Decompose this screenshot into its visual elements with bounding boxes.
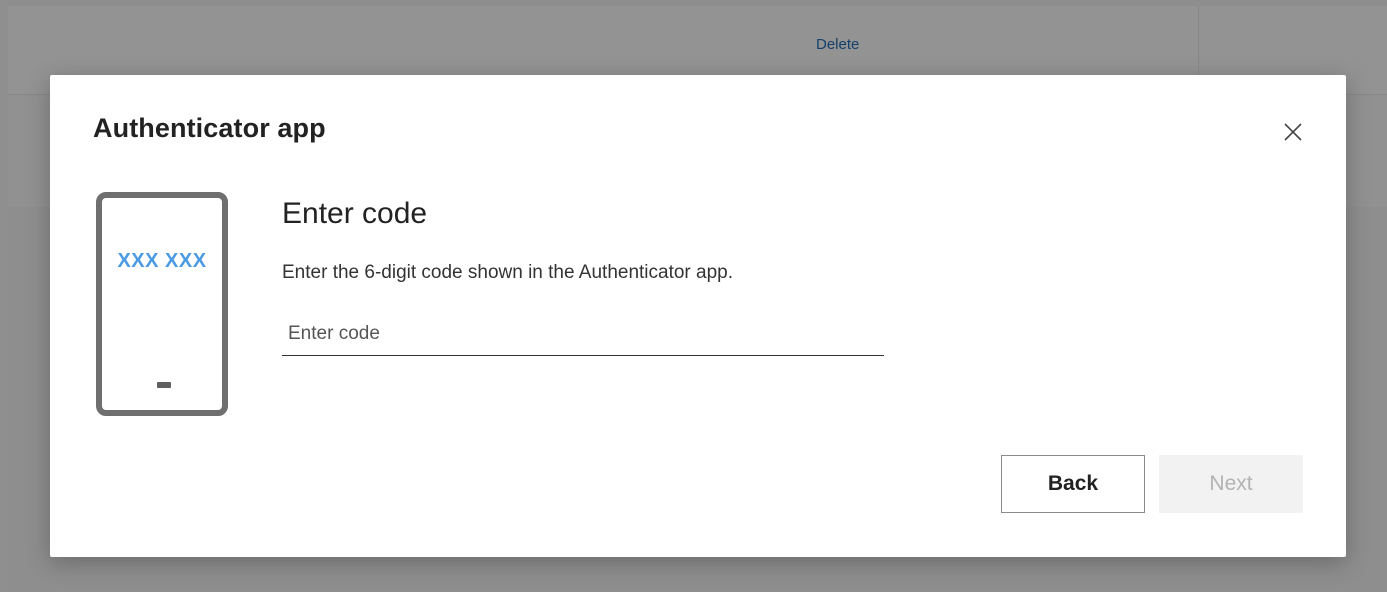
close-icon (1284, 123, 1302, 141)
code-input[interactable] (282, 312, 884, 356)
phone-home-button-icon (157, 382, 171, 388)
back-button[interactable]: Back (1001, 455, 1145, 513)
delete-link[interactable]: Delete (816, 36, 859, 53)
phone-code-text: XXX XXX (117, 250, 207, 272)
dialog-title: Authenticator app (93, 113, 326, 143)
phone-illustration: XXX XXX (96, 192, 228, 416)
authenticator-dialog: Authenticator app XXX XXX Enter code Ent… (50, 75, 1346, 557)
section-heading: Enter code (282, 197, 428, 230)
screen: Delete Authenticator app XXX XXX Enter c… (0, 0, 1387, 592)
next-button[interactable]: Next (1159, 455, 1303, 513)
close-button[interactable] (1278, 117, 1308, 147)
instruction-text: Enter the 6-digit code shown in the Auth… (282, 262, 734, 283)
